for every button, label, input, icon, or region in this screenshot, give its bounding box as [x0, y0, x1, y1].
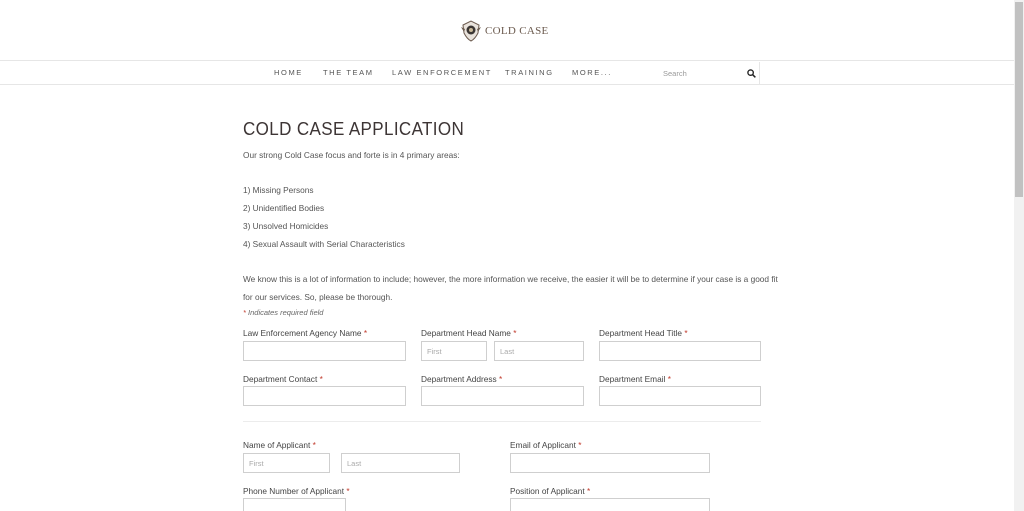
focus-area-3: 3) Unsolved Homicides: [243, 221, 329, 231]
applicant-position-label: Position of Applicant *: [510, 486, 590, 496]
dept-contact-label: Department Contact *: [243, 374, 323, 384]
focus-area-1: 1) Missing Persons: [243, 185, 314, 195]
page-scrollbar[interactable]: [1014, 0, 1024, 511]
info-text-line-2: for our services. So, please be thorough…: [243, 292, 393, 302]
applicant-last-name-input[interactable]: [341, 453, 460, 473]
nav-item-the-team[interactable]: THE TEAM: [323, 68, 374, 77]
info-text-line-1: We know this is a lot of information to …: [243, 274, 778, 284]
applicant-email-label-text: Email of Applicant: [510, 440, 576, 450]
applicant-phone-label-text: Phone Number of Applicant: [243, 486, 345, 496]
agency-name-input[interactable]: [243, 341, 406, 361]
site-logo[interactable]: COLD CASE: [461, 20, 549, 42]
logo-text: COLD CASE: [485, 25, 549, 37]
agency-name-label: Law Enforcement Agency Name *: [243, 328, 367, 338]
shield-badge-icon: [461, 20, 481, 42]
intro-text: Our strong Cold Case focus and forte is …: [243, 150, 460, 160]
dept-email-label: Department Email *: [599, 374, 671, 384]
dept-address-label: Department Address *: [421, 374, 502, 384]
agency-name-label-text: Law Enforcement Agency Name: [243, 328, 362, 338]
dept-email-label-text: Department Email: [599, 374, 666, 384]
dept-address-input[interactable]: [421, 386, 584, 406]
required-star: *: [319, 374, 323, 384]
site-header: COLD CASE: [0, 0, 1014, 61]
applicant-name-label: Name of Applicant *: [243, 440, 316, 450]
required-star: *: [684, 328, 688, 338]
required-star: *: [587, 486, 591, 496]
focus-area-2: 2) Unidentified Bodies: [243, 203, 325, 213]
scrollbar-thumb[interactable]: [1015, 2, 1023, 197]
applicant-email-label: Email of Applicant *: [510, 440, 582, 450]
main-nav: HOME THE TEAM LAW ENFORCEMENT TRAINING M…: [0, 61, 1014, 85]
dept-head-title-label: Department Head Title *: [599, 328, 688, 338]
applicant-name-label-text: Name of Applicant: [243, 440, 311, 450]
required-field-note: * Indicates required field: [243, 308, 323, 317]
applicant-position-label-text: Position of Applicant: [510, 486, 585, 496]
search-box: [663, 62, 760, 84]
dept-head-first-name-input[interactable]: [421, 341, 487, 361]
dept-head-name-label-text: Department Head Name: [421, 328, 511, 338]
search-icon[interactable]: [747, 69, 756, 78]
dept-contact-label-text: Department Contact: [243, 374, 318, 384]
required-star: *: [312, 440, 316, 450]
required-star: *: [498, 374, 503, 384]
required-note-text: Indicates required field: [248, 308, 324, 317]
applicant-phone-input[interactable]: [243, 498, 346, 511]
nav-item-training[interactable]: TRAINING: [505, 68, 554, 77]
applicant-email-input[interactable]: [510, 453, 710, 473]
applicant-first-name-input[interactable]: [243, 453, 330, 473]
page-title: COLD CASE APPLICATION: [243, 118, 465, 139]
dept-email-input[interactable]: [599, 386, 761, 406]
required-star: *: [513, 328, 517, 338]
dept-head-title-label-text: Department Head Title: [599, 328, 683, 338]
required-star: *: [667, 374, 671, 384]
required-star: *: [346, 486, 350, 496]
dept-head-title-input[interactable]: [599, 341, 761, 361]
dept-head-last-name-input[interactable]: [494, 341, 584, 361]
nav-item-home[interactable]: HOME: [274, 68, 303, 77]
required-star: *: [578, 440, 582, 450]
nav-item-more[interactable]: MORE...: [572, 68, 612, 77]
required-star: *: [243, 308, 246, 317]
nav-item-law-enforcement[interactable]: LAW ENFORCEMENT: [392, 68, 492, 77]
dept-contact-input[interactable]: [243, 386, 406, 406]
applicant-phone-label: Phone Number of Applicant *: [243, 486, 350, 496]
required-star: *: [363, 328, 368, 338]
dept-address-label-text: Department Address: [421, 374, 497, 384]
section-divider: [243, 421, 761, 422]
dept-head-name-label: Department Head Name *: [421, 328, 516, 338]
applicant-position-input[interactable]: [510, 498, 710, 511]
search-input[interactable]: [663, 65, 738, 81]
focus-area-4: 4) Sexual Assault with Serial Characteri…: [243, 239, 405, 249]
